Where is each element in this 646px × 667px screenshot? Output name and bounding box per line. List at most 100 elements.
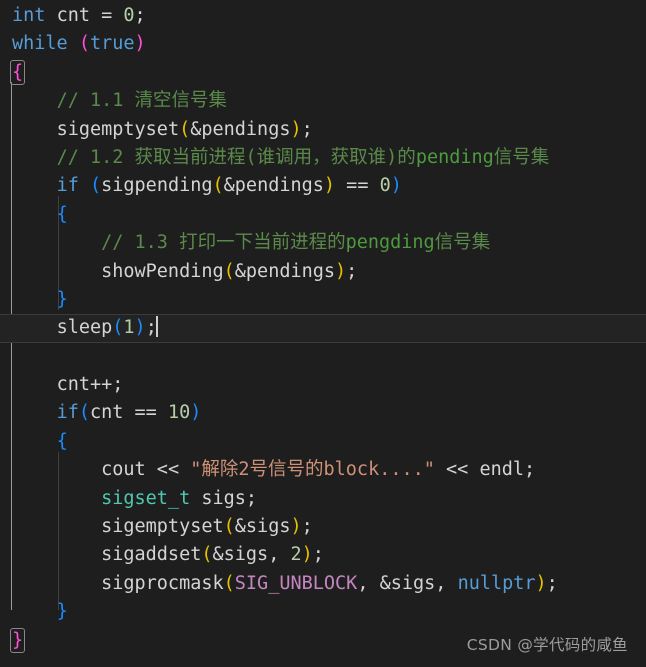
paren-close: ) [290, 118, 302, 140]
paren-close: ) [190, 402, 202, 424]
code-editor[interactable]: int cnt = 0; while (true) { // 1.1 清空信号集… [0, 0, 646, 667]
identifier-cnt: cnt [56, 374, 90, 396]
code-line-4[interactable]: // 1.1 清空信号集 [0, 87, 646, 115]
keyword-if: if [56, 175, 79, 197]
macro-sig-unblock: SIG_UNBLOCK [234, 572, 358, 594]
code-line-21[interactable]: sigprocmask(SIG_UNBLOCK, &sigs, nullptr)… [0, 570, 646, 598]
code-line-2[interactable]: while (true) [0, 30, 646, 58]
comment-1-2-pre: // 1.2 获取当前进程(谁调用，获取谁)的 [56, 146, 416, 168]
operator-equals: == [123, 402, 168, 424]
paren-close: ) [535, 572, 547, 594]
paren-open: ( [179, 118, 191, 140]
operator-stream: << [434, 459, 480, 481]
arg-pendings: &pendings [223, 175, 324, 197]
number-literal: 0 [379, 175, 391, 197]
comment-1-1: // 1.1 清空信号集 [56, 90, 228, 112]
operator-stream: << [145, 459, 191, 481]
operator-equals: == [335, 175, 380, 197]
brace-open: { [56, 203, 68, 225]
code-line-14[interactable]: cnt++; [0, 371, 646, 399]
code-line-18[interactable]: sigset_t sigs; [0, 485, 646, 513]
paren-close: ) [335, 260, 347, 282]
code-line-15[interactable]: if(cnt == 10) [0, 399, 646, 427]
code-line-16[interactable]: { [0, 428, 646, 456]
paren-open: ( [112, 317, 124, 339]
comment-1-2-ascii: pending [415, 146, 494, 168]
identifier-endl: endl [479, 459, 525, 481]
call-sigemptyset: sigemptyset [101, 516, 224, 538]
arg-sigs: &sigs, [212, 544, 291, 566]
type-sigset-t: sigset_t [101, 487, 191, 509]
brace-close: } [56, 601, 68, 623]
brace-close-matched: } [9, 627, 26, 653]
comment-1-3-post: 信号集 [434, 232, 491, 254]
arg-pendings: &pendings [234, 260, 336, 282]
paren-close: ) [134, 33, 146, 55]
text-cursor [155, 316, 158, 338]
paren-open: ( [201, 544, 213, 566]
keyword-nullptr: nullptr [457, 572, 536, 594]
code-line-8[interactable]: { [0, 201, 646, 229]
number-literal: 10 [167, 402, 191, 424]
identifier-sigs: sigs [201, 487, 246, 509]
code-line-17[interactable]: cout << "解除2号信号的block...." << endl; [0, 456, 646, 484]
code-line-3[interactable]: { [0, 59, 646, 87]
code-line-12-current[interactable]: sleep(1); [0, 314, 646, 343]
code-line-1[interactable]: int cnt = 0; [0, 2, 646, 30]
paren-open: ( [223, 516, 235, 538]
number-literal: 2 [290, 544, 302, 566]
brace-open: { [56, 430, 68, 452]
comment-1-3-pre: // 1.3 打印一下当前进程的 [101, 232, 346, 254]
paren-open-inner: ( [212, 175, 224, 197]
comment-1-2-post: 信号集 [493, 146, 550, 168]
semicolon: ; [301, 516, 313, 538]
paren-close: ) [134, 317, 146, 339]
code-line-13-blank[interactable] [0, 343, 646, 371]
paren-close: ) [301, 544, 313, 566]
operator-assign: = [101, 5, 113, 26]
keyword-int: int [12, 5, 46, 26]
semicolon: ; [301, 118, 313, 140]
code-line-20[interactable]: sigaddset(&sigs, 2); [0, 541, 646, 569]
code-line-10[interactable]: showPending(&pendings); [0, 258, 646, 286]
code-line-7[interactable]: if (sigpending(&pendings) == 0) [0, 172, 646, 200]
semicolon: ; [245, 487, 258, 509]
paren-open: ( [89, 175, 102, 197]
arg-sigs: , &sigs, [357, 572, 458, 594]
number-literal: 0 [123, 5, 135, 26]
number-literal: 1 [123, 317, 135, 339]
semicolon: ; [524, 459, 536, 481]
semicolon: ; [112, 374, 124, 396]
call-showpending: showPending [101, 260, 224, 282]
paren-open: ( [78, 33, 90, 55]
code-line-19[interactable]: sigemptyset(&sigs); [0, 513, 646, 541]
call-sigemptyset: sigemptyset [56, 118, 180, 140]
identifier-cnt: cnt [89, 402, 124, 424]
paren-open: ( [78, 402, 90, 424]
call-sigaddset: sigaddset [101, 544, 202, 566]
call-sigprocmask: sigprocmask [101, 572, 224, 594]
comment-1-3-ascii: pengding [345, 232, 435, 254]
code-line-5[interactable]: sigemptyset(&pendings); [0, 116, 646, 144]
string-literal: "解除2号信号的block...." [190, 459, 435, 481]
code-line-11[interactable]: } [0, 286, 646, 314]
paren-open: ( [223, 260, 235, 282]
operator-increment: ++ [89, 374, 113, 396]
code-line-6[interactable]: // 1.2 获取当前进程(谁调用，获取谁)的pending信号集 [0, 144, 646, 172]
paren-close: ) [290, 516, 302, 538]
identifier-cout: cout [101, 459, 146, 481]
code-line-9[interactable]: // 1.3 打印一下当前进程的pengding信号集 [0, 229, 646, 257]
arg-pendings: &pendings [190, 118, 291, 140]
keyword-if: if [56, 402, 79, 424]
call-sigpending: sigpending [101, 175, 213, 197]
call-sleep: sleep [56, 317, 113, 339]
semicolon: ; [346, 260, 358, 282]
semicolon: ; [546, 572, 558, 594]
keyword-true: true [89, 33, 135, 55]
brace-open-matched: { [9, 59, 26, 85]
arg-sigs: &sigs [234, 516, 291, 538]
keyword-while: while [12, 33, 68, 55]
paren-close-inner: ) [323, 175, 336, 197]
code-line-22[interactable]: } [0, 598, 646, 626]
